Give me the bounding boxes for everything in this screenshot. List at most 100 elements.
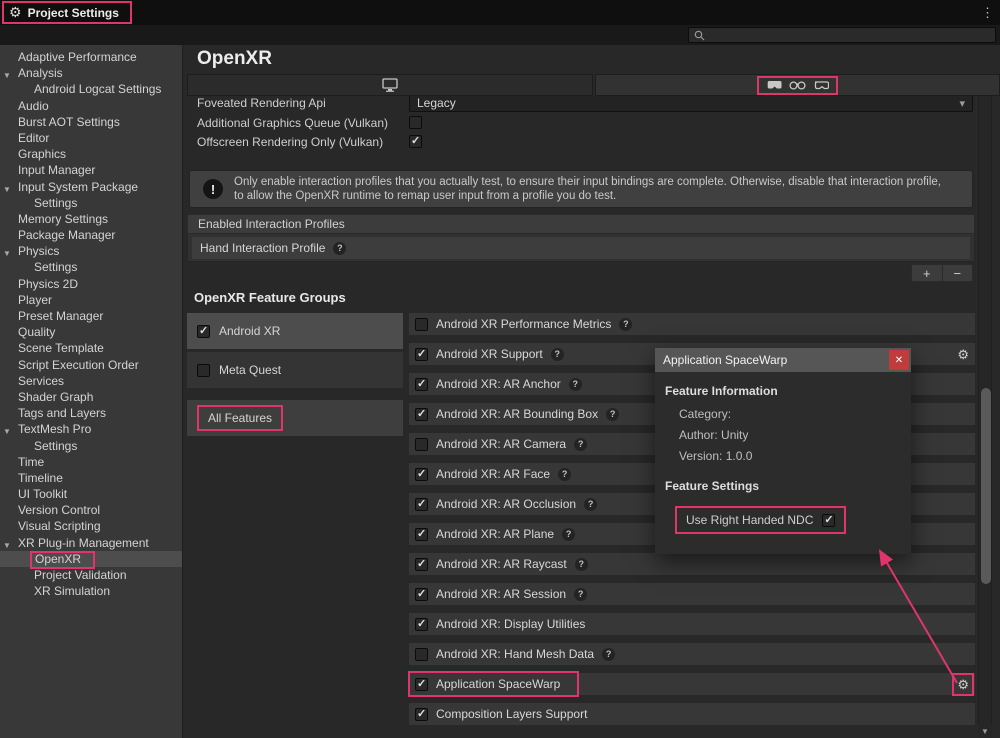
foveated-rendering-api-dropdown[interactable]: Legacy [409,96,973,112]
sidebar-item-label: UI Toolkit [18,487,67,501]
hand-interaction-profile-row[interactable]: Hand Interaction Profile [192,237,970,259]
sidebar-item-label: Settings [34,260,77,274]
remove-profile-button[interactable] [942,265,973,281]
feature-checkbox[interactable] [415,618,428,631]
xr-tab-annotated [757,76,838,95]
feature-row[interactable]: Android XR: Display Utilities [409,613,975,635]
feature-checkbox[interactable] [415,648,428,661]
sidebar-item[interactable]: Shader Graph [0,389,182,405]
feature-row[interactable]: Android XR: Hand Mesh Data [409,643,975,665]
search-input[interactable] [709,29,990,41]
close-icon[interactable] [889,350,909,370]
help-icon[interactable] [574,438,587,451]
help-icon[interactable] [584,498,597,511]
foveated-rendering-api-row: Foveated Rendering Api Legacy [187,96,975,112]
ndc-checkbox[interactable] [822,514,835,527]
feature-checkbox[interactable] [415,498,428,511]
offscreen-rendering-checkbox[interactable] [409,135,422,148]
feature-checkbox[interactable] [415,558,428,571]
sidebar-item[interactable]: Editor [0,130,182,146]
sidebar-item[interactable]: Audio [0,98,182,114]
sidebar-item[interactable]: UI Toolkit [0,486,182,502]
feature-checkbox[interactable] [415,378,428,391]
sidebar-item-label: Burst AOT Settings [18,115,120,129]
feature-checkbox[interactable] [415,438,428,451]
sidebar-item[interactable]: Physics 2D [0,276,182,292]
feature-group-row[interactable]: Android XR [187,313,403,349]
add-profile-button[interactable] [912,265,942,281]
feature-checkbox[interactable] [415,678,428,691]
search-box[interactable] [688,27,996,43]
sidebar-item[interactable]: Graphics [0,146,182,162]
sidebar-item[interactable]: Memory Settings [0,211,182,227]
sidebar-item[interactable]: Visual Scripting [0,518,182,534]
sidebar-item[interactable]: Physics [0,243,182,259]
tab-xr-devices[interactable] [595,74,1000,96]
sidebar-item[interactable]: Scene Template [0,340,182,356]
feature-checkbox[interactable] [415,468,428,481]
sidebar-item[interactable]: Settings [0,438,182,454]
feature-row[interactable]: Android XR Performance Metrics [409,313,975,335]
sidebar-item[interactable]: Preset Manager [0,308,182,324]
additional-graphics-queue-checkbox[interactable] [409,116,422,129]
sidebar-item-label: Shader Graph [18,390,93,404]
help-icon[interactable] [575,558,588,571]
sidebar-item[interactable]: Input System Package [0,179,182,195]
sidebar-item[interactable]: Script Execution Order [0,357,182,373]
feature-row[interactable]: Application SpaceWarp [409,673,975,695]
feature-checkbox[interactable] [415,708,428,721]
feature-checkbox[interactable] [415,528,428,541]
sidebar-item-label: Physics [18,244,59,258]
feature-group-row[interactable]: All Features [187,400,403,436]
feature-row[interactable]: Composition Layers Support [409,703,975,725]
sidebar-item[interactable]: Player [0,292,182,308]
sidebar-item[interactable]: Adaptive Performance [0,49,182,65]
sidebar-item[interactable]: Burst AOT Settings [0,114,182,130]
sidebar-item[interactable]: Input Manager [0,162,182,178]
feature-settings-gear-icon[interactable] [957,678,969,691]
sidebar-item[interactable]: Time [0,454,182,470]
scrollbar-thumb[interactable] [981,388,991,584]
sidebar-item[interactable]: Tags and Layers [0,405,182,421]
sidebar-item[interactable]: Settings [0,195,182,211]
feature-settings-gear-icon[interactable] [957,348,969,361]
tab-desktop[interactable] [187,74,593,96]
help-icon[interactable] [333,242,346,255]
sidebar-item[interactable]: Project Validation [0,567,182,583]
sidebar-item[interactable]: Settings [0,259,182,275]
help-icon[interactable] [606,408,619,421]
sidebar-item[interactable]: Quality [0,324,182,340]
sidebar-item[interactable]: Services [0,373,182,389]
help-icon[interactable] [569,378,582,391]
group-checkbox[interactable] [197,364,210,377]
help-icon[interactable] [562,528,575,541]
group-checkbox[interactable] [197,325,210,338]
sidebar-item[interactable]: XR Plug-in Management [0,535,182,551]
scroll-down-arrow[interactable] [978,724,992,738]
sidebar-item[interactable]: Android Logcat Settings [0,81,182,97]
sidebar-item[interactable]: XR Simulation [0,583,182,599]
help-icon[interactable] [602,648,615,661]
popup-header[interactable]: Application SpaceWarp [655,348,911,372]
sidebar-item[interactable]: Package Manager [0,227,182,243]
sidebar-item[interactable]: Version Control [0,502,182,518]
sidebar-item[interactable]: TextMesh Pro [0,421,182,437]
feature-checkbox[interactable] [415,318,428,331]
sidebar-item[interactable]: Analysis [0,65,182,81]
help-icon[interactable] [551,348,564,361]
feature-group-row[interactable]: Meta Quest [187,352,403,388]
sidebar-item[interactable]: OpenXR [0,551,182,567]
feature-checkbox[interactable] [415,588,428,601]
gear-icon [9,4,22,21]
feature-row[interactable]: Android XR: AR Raycast [409,553,975,575]
feature-checkbox[interactable] [415,408,428,421]
help-icon[interactable] [619,318,632,331]
feature-checkbox[interactable] [415,348,428,361]
kebab-menu-icon[interactable] [981,5,994,21]
help-icon[interactable] [574,588,587,601]
sidebar-item[interactable]: Timeline [0,470,182,486]
help-icon[interactable] [558,468,571,481]
toolbar [0,25,1000,45]
vertical-scrollbar[interactable] [978,96,992,724]
feature-row[interactable]: Android XR: AR Session [409,583,975,605]
